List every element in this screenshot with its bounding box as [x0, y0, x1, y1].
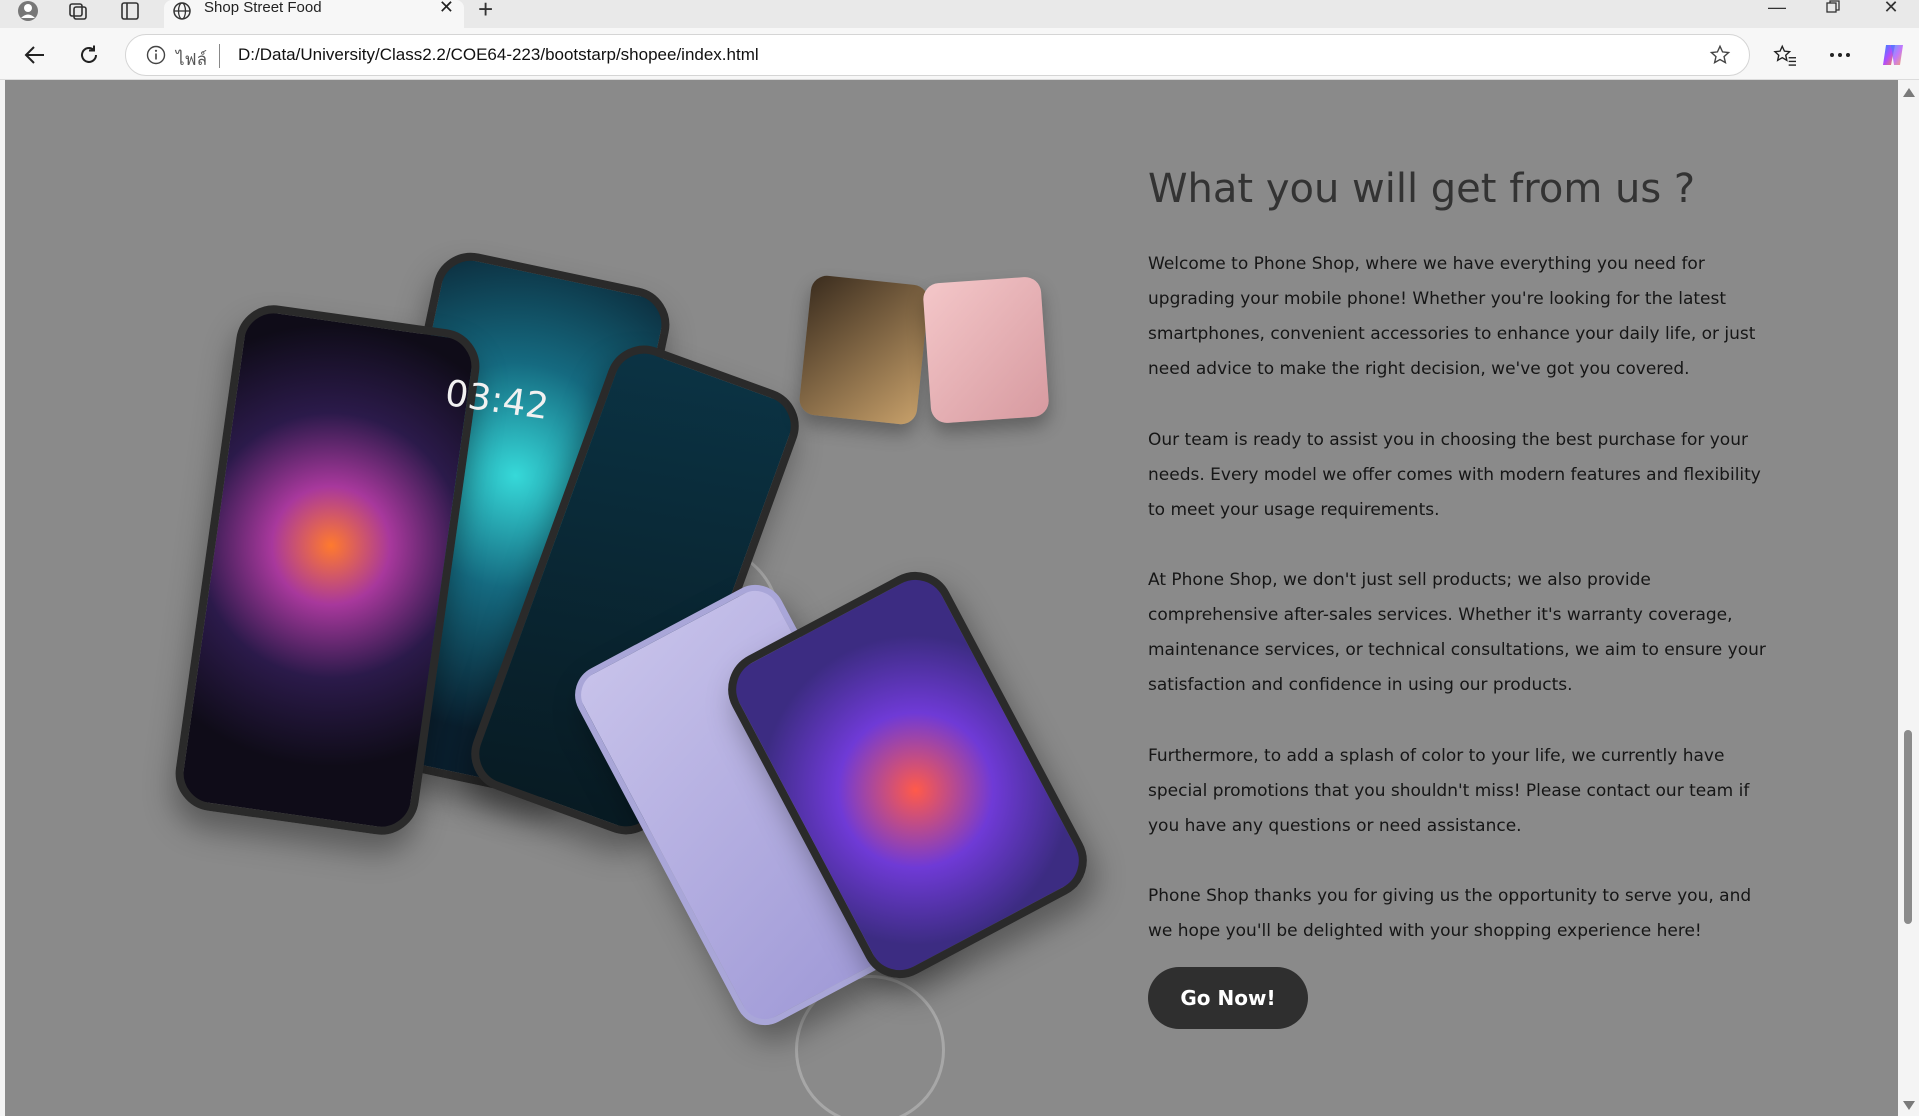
url-text[interactable]: D:/Data/University/Class2.2/COE64-223/bo… [238, 45, 759, 65]
paragraph: Furthermore, to add a splash of color to… [1148, 746, 1750, 836]
address-prefix: ไฟล์ [176, 50, 208, 69]
scroll-up-icon[interactable] [1903, 88, 1915, 97]
foldable-phone-image [922, 276, 1050, 424]
back-arrow-icon[interactable] [18, 38, 52, 72]
tab-title: Shop Street Food [204, 0, 322, 16]
go-now-button[interactable]: Go Now! [1148, 967, 1308, 1029]
plus-icon[interactable]: + [478, 0, 493, 22]
star-icon[interactable] [1709, 44, 1733, 68]
browser-toolbar: ไฟล์ D:/Data/University/Class2.2/COE64-2… [0, 28, 1919, 80]
paragraph: Our team is ready to assist you in choos… [1148, 430, 1761, 520]
browser-tab[interactable]: Shop Street Food ✕ [164, 0, 464, 28]
tab-actions-icon[interactable] [118, 0, 142, 22]
address-divider [219, 44, 220, 68]
paragraph: At Phone Shop, we don't just sell produc… [1148, 570, 1766, 695]
scrollbar-thumb[interactable] [1904, 730, 1912, 924]
globe-icon [172, 1, 194, 23]
close-icon[interactable]: ✕ [439, 0, 454, 16]
about-section: What you will get from us ? Welcome to P… [1148, 164, 1773, 941]
paragraph: Phone Shop thanks you for giving us the … [1148, 886, 1752, 941]
info-icon[interactable] [146, 45, 168, 67]
scroll-down-icon[interactable] [1903, 1101, 1915, 1110]
tab-strip: Shop Street Food ✕ + — ✕ [0, 0, 1919, 28]
restore-icon[interactable] [1818, 0, 1848, 18]
workspaces-icon[interactable] [66, 0, 90, 22]
copilot-icon[interactable] [1876, 38, 1910, 72]
foldable-phone-image [798, 274, 930, 426]
minimize-icon[interactable]: — [1762, 0, 1792, 18]
favorites-icon[interactable] [1768, 38, 1802, 72]
address-bar[interactable]: ไฟล์ D:/Data/University/Class2.2/COE64-2… [125, 34, 1750, 76]
paragraph: Welcome to Phone Shop, where we have eve… [1148, 254, 1756, 379]
profile-icon[interactable] [16, 0, 40, 22]
refresh-icon[interactable] [72, 38, 106, 72]
hero-phones-image: 03:42 [170, 175, 1101, 1116]
vertical-scrollbar[interactable] [1898, 80, 1919, 1116]
window-close-icon[interactable]: ✕ [1876, 0, 1906, 18]
more-icon[interactable] [1823, 38, 1857, 72]
page-title: What you will get from us ? [1148, 166, 1696, 212]
